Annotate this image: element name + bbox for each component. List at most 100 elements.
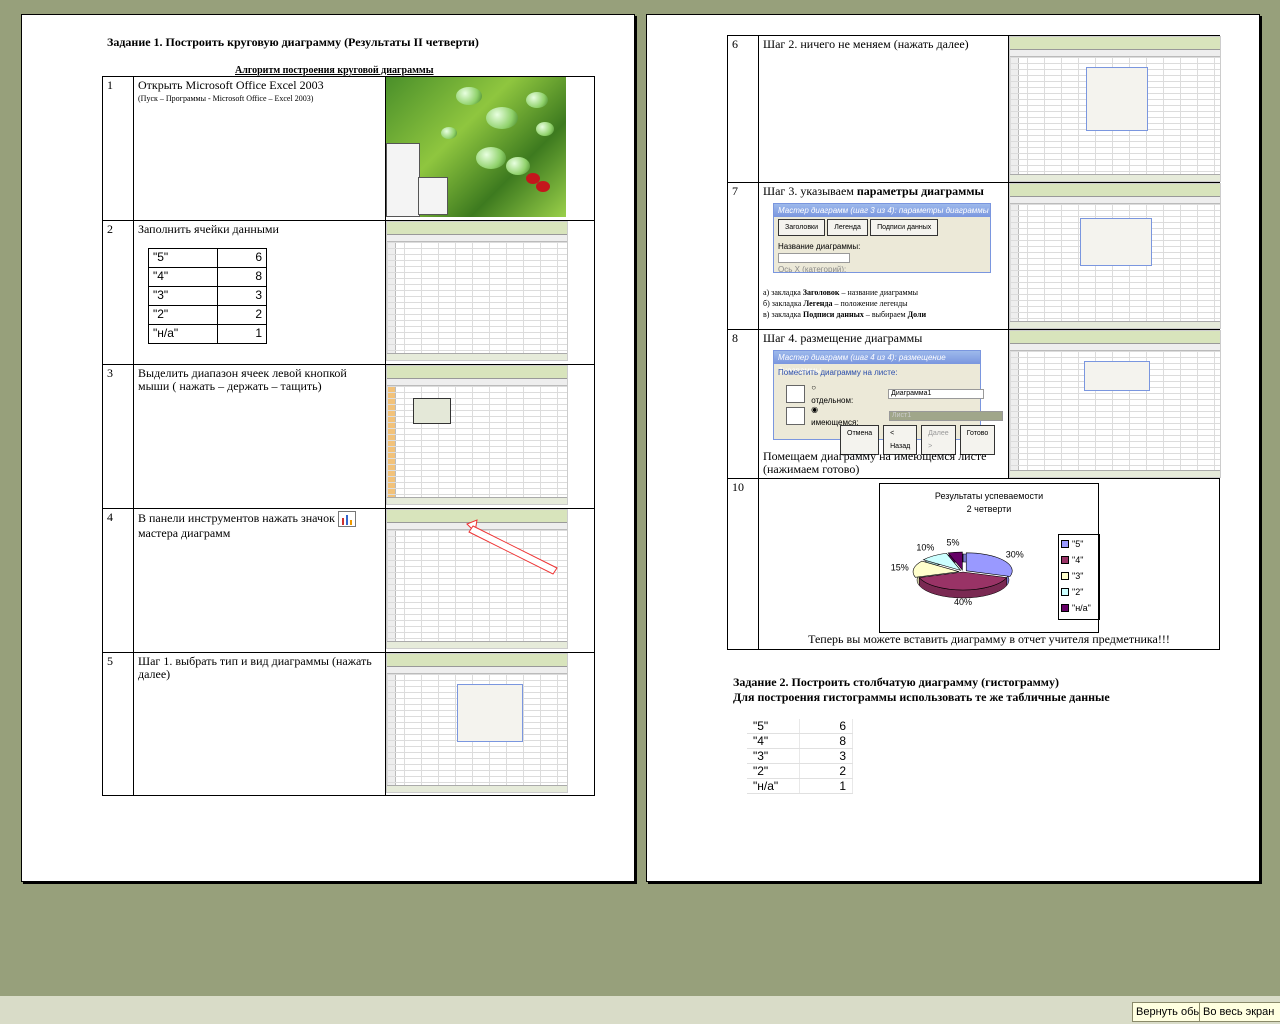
- table-row: 6 Шаг 2. ничего не меняем (нажать далее): [727, 35, 1221, 183]
- wizard-dialog: [457, 684, 523, 742]
- table-row: "2" 2: [747, 763, 853, 779]
- pie-data-label: 15%: [891, 562, 909, 572]
- bottom-toolbar: [0, 996, 1280, 1024]
- step-4-screenshot: [385, 508, 595, 653]
- row-number: 10: [727, 478, 759, 650]
- start-menu: [386, 143, 420, 217]
- step-7-bold: параметры диаграммы: [856, 184, 984, 198]
- legend-item: "3": [1061, 568, 1097, 584]
- row-number: 1: [102, 76, 134, 221]
- algorithm-table-continued: 6 Шаг 2. ничего не меняем (нажать далее)…: [727, 35, 1221, 650]
- tab-titles[interactable]: Заголовки: [778, 219, 826, 236]
- task1-title: Задание 1. Построить круговую диаграмму …: [107, 35, 479, 49]
- step-8-screenshot: [1008, 329, 1221, 479]
- step-text: Шаг 3. указываем параметры диаграммы Мас…: [758, 182, 1009, 330]
- table-row: 4 В панели инструментов нажать значок ма…: [102, 508, 595, 653]
- selected-range: [413, 398, 451, 424]
- table-row: 1 Открыть Microsoft Office Excel 2003 (П…: [102, 76, 595, 221]
- row-number: 3: [102, 364, 134, 509]
- dialog-title: Мастер диаграмм (шаг 4 из 4): размещение…: [774, 351, 980, 375]
- step-7-text: Шаг 3. указываем: [763, 184, 857, 198]
- step-text: Заполнить ячейки данными "5" 6 "4" 8 "3" 3 …: [133, 220, 386, 365]
- wizard-dialog: [1086, 67, 1148, 131]
- place-label: Поместить диаграмму на листе:: [778, 368, 898, 377]
- row-number: 6: [727, 35, 759, 183]
- row-number: 7: [727, 182, 759, 330]
- chart-legend: "5" "4" "3" "2" "н/а": [1058, 534, 1100, 620]
- cell-value: 1: [217, 324, 267, 344]
- step-4-text2: мастера диаграмм: [138, 526, 231, 540]
- excel-screenshot: [1009, 36, 1221, 182]
- table-row: "4" 8: [747, 733, 853, 749]
- row-number: 4: [102, 508, 134, 653]
- row-number: 8: [727, 329, 759, 479]
- table-row: 8 Шаг 4. размещение диаграммы Мастер диа…: [727, 329, 1221, 479]
- chart-title: Результаты успеваемости: [934, 491, 1044, 501]
- cell-label: "н/а": [148, 324, 218, 344]
- step-3-screenshot: [385, 364, 595, 509]
- excel-screenshot: [1009, 183, 1221, 329]
- chart-subtitle: 2 четверти: [966, 504, 1012, 514]
- wizard-dialog: [1084, 361, 1150, 391]
- cell-label: "2": [148, 305, 218, 325]
- x-axis-label: Ось X (категорий):: [778, 265, 847, 273]
- algorithm-subtitle: Алгоритм построения круговой диаграммы: [235, 65, 434, 76]
- legend-item: "2": [1061, 584, 1097, 600]
- excel-screenshot: [386, 509, 568, 649]
- pie-data-label: 5%: [946, 537, 959, 547]
- step-3-text: Выделить диапазон ячеек левой кнопкой мы…: [133, 364, 386, 509]
- result-cell: Результаты успеваемости 2 четверти 30% 40…: [758, 478, 1220, 650]
- chart-options-dialog: Мастер диаграмм (шаг 3 из 4): параметры …: [773, 203, 991, 273]
- excel-screenshot: [386, 365, 568, 505]
- cell-value: 3: [217, 286, 267, 306]
- table-row: "5" 6: [747, 719, 853, 734]
- table-row: "н/а" 1: [148, 324, 267, 344]
- pie-data-label: 30%: [1006, 549, 1024, 559]
- task2-subtitle: Для построения гистограммы использовать …: [733, 690, 1110, 704]
- pie-data-label: 40%: [954, 597, 972, 607]
- tab-data-labels[interactable]: Подписи данных: [870, 219, 939, 236]
- step-1-text: Открыть Microsoft Office Excel 2003: [138, 78, 324, 92]
- cell-label: "4": [747, 733, 800, 749]
- cell-value: 6: [799, 719, 853, 734]
- table-row: "5" 6: [148, 248, 267, 268]
- step-6-screenshot: [1008, 35, 1221, 183]
- separate-sheet-input[interactable]: Диаграмма1: [888, 389, 984, 399]
- table-row: "3" 3: [747, 748, 853, 764]
- restore-button[interactable]: Вернуть обь: [1132, 1002, 1206, 1022]
- fullscreen-button[interactable]: Во весь экран: [1199, 1002, 1280, 1022]
- step-5-text: Шаг 1. выбрать тип и вид диаграммы (нажа…: [133, 652, 386, 796]
- row-number: 2: [102, 220, 134, 365]
- cell-value: 2: [217, 305, 267, 325]
- pie-data-label: 10%: [916, 543, 934, 553]
- step-text: В панели инструментов нажать значок маст…: [133, 508, 386, 653]
- table-row: "н/а" 1: [747, 778, 853, 794]
- chart-title-input[interactable]: [778, 253, 850, 263]
- chart-wizard-icon: [337, 511, 356, 527]
- wizard-dialog: [1080, 218, 1152, 266]
- table-row: "3" 3: [148, 286, 267, 306]
- step-2-text: Заполнить ячейки данными: [138, 222, 279, 236]
- step-4-text: В панели инструментов нажать значок: [138, 510, 335, 525]
- data-table-2: "5" 6 "4" 8 "3" 3 "2" 2 "н/а" 1: [747, 719, 853, 794]
- cell-label: "2": [747, 763, 800, 779]
- result-caption: Теперь вы можете вставить диаграмму в от…: [808, 632, 1170, 646]
- pie-chart: Результаты успеваемости 2 четверти 30% 40…: [879, 483, 1100, 633]
- cell-value: 6: [217, 248, 267, 268]
- cell-value: 1: [799, 778, 853, 794]
- step-1-screenshot: [385, 76, 595, 221]
- existing-sheet-select[interactable]: Лист1: [889, 411, 1004, 421]
- table-row: 2 Заполнить ячейки данными "5" 6 "4" 8 "3"…: [102, 220, 595, 365]
- cell-value: 2: [799, 763, 853, 779]
- programs-submenu: [418, 177, 448, 215]
- table-row: 5 Шаг 1. выбрать тип и вид диаграммы (на…: [102, 652, 595, 796]
- table-row: "4" 8: [148, 267, 267, 287]
- data-table: "5" 6 "4" 8 "3" 3 "2" 2 "н/а" 1: [148, 248, 267, 344]
- table-row: 7 Шаг 3. указываем параметры диаграммы М…: [727, 182, 1221, 330]
- cell-value: 8: [217, 267, 267, 287]
- step-8-text: Шаг 4. размещение диаграммы: [763, 331, 923, 345]
- tab-legend[interactable]: Легенда: [827, 219, 868, 236]
- step-7-screenshot: [1008, 182, 1221, 330]
- cell-label: "3": [747, 748, 800, 764]
- step-7-notes: а) закладка Заголовок – название диаграм…: [763, 288, 927, 319]
